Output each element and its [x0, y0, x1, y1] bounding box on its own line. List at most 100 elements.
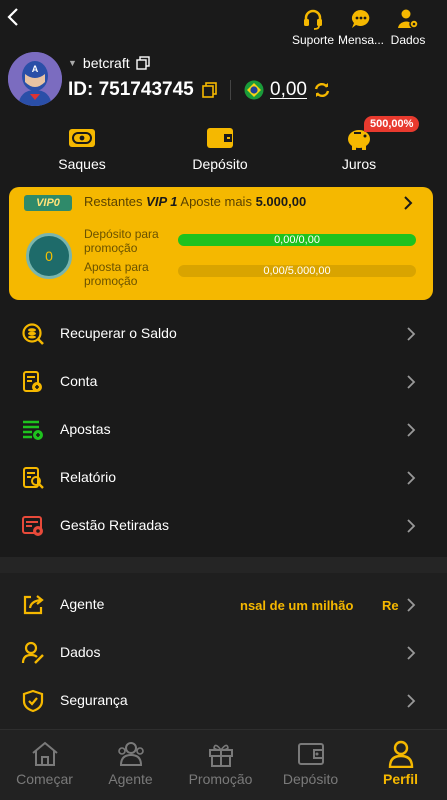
- menu-label: Recuperar o Saldo: [60, 325, 177, 341]
- user-edit-icon: [21, 641, 44, 664]
- bet-progress-label: Aposta para promoção: [84, 260, 149, 288]
- chevron-right-icon: [407, 471, 416, 485]
- headset-icon: [304, 9, 322, 30]
- remaining-label: Restantes: [84, 194, 143, 209]
- chat-icon: [352, 10, 370, 28]
- deposit-progress-value: 0,00/0,00: [274, 234, 320, 246]
- bets-icon: [23, 420, 43, 440]
- menu-label: Apostas: [60, 421, 111, 437]
- username-row[interactable]: ▼ betcraft: [68, 55, 150, 71]
- next-level: VIP 1: [146, 194, 178, 209]
- vip-progress-text: Restantes VIP 1 Aposte mais 5.000,00: [84, 194, 306, 209]
- vip-tag: VIP0: [24, 195, 72, 211]
- shield-icon: [22, 689, 44, 713]
- menu-label: Segurança: [60, 692, 128, 708]
- menu-agent[interactable]: Agente: [0, 581, 447, 629]
- vip-card[interactable]: VIP0 Restantes VIP 1 Aposte mais 5.000,0…: [9, 187, 433, 300]
- vip-chevron-icon: [404, 196, 413, 210]
- menu-label: Conta: [60, 373, 98, 389]
- chevron-right-icon: [407, 646, 416, 660]
- gift-icon: [208, 744, 233, 767]
- menu-label: Agente: [60, 596, 105, 612]
- menu-security[interactable]: Segurança: [0, 677, 447, 725]
- copy-id-icon[interactable]: [201, 82, 217, 98]
- copy-icon[interactable]: [135, 56, 150, 70]
- tab-label: Depósito: [282, 771, 339, 787]
- withdraw-management-icon: [22, 516, 43, 536]
- user-id-row: ID: 751743745: [68, 79, 217, 101]
- bet-more-label: Aposte mais: [180, 194, 252, 209]
- balance-row: 0,00: [244, 79, 331, 101]
- interest-badge: 500,00%: [364, 116, 420, 132]
- balance-value: 0,00: [270, 79, 307, 100]
- bet-progress-bar: 0,00/5.000,00: [178, 265, 416, 277]
- chevron-right-icon: [407, 694, 416, 708]
- brazil-flag-icon: [244, 80, 264, 100]
- wallet-icon: [207, 128, 233, 148]
- tab-label: Promoção: [188, 771, 253, 787]
- menu-bets[interactable]: Apostas: [0, 406, 447, 454]
- share-icon: [23, 595, 44, 615]
- profile-icon: [388, 740, 413, 768]
- chevron-right-icon: [407, 598, 416, 612]
- menu-account[interactable]: Conta: [0, 358, 447, 406]
- agent-marquee: nsal de um milhão: [240, 598, 354, 613]
- vip-medal: 0: [26, 233, 72, 279]
- refresh-icon[interactable]: [313, 81, 331, 99]
- withdraw-label: Saques: [58, 156, 106, 172]
- tab-deposit[interactable]: Depósito: [266, 740, 355, 787]
- menu-recover-balance[interactable]: Recuperar o Saldo: [0, 310, 447, 358]
- data-button[interactable]: Dados: [388, 8, 428, 47]
- dropdown-caret-icon: ▼: [68, 58, 77, 68]
- report-icon: [23, 467, 44, 489]
- avatar[interactable]: A: [8, 52, 62, 106]
- menu-data[interactable]: Dados: [0, 629, 447, 677]
- deposit-label: Depósito: [192, 156, 248, 172]
- chevron-right-icon: [407, 423, 416, 437]
- chevron-right-icon: [407, 327, 416, 341]
- svg-text:A: A: [32, 64, 39, 74]
- menu-withdraw-management[interactable]: Gestão Retiradas: [0, 502, 447, 550]
- user-gear-icon: [398, 9, 419, 29]
- recover-balance-icon: [22, 323, 44, 345]
- tab-promotion[interactable]: Promoção: [176, 740, 265, 787]
- home-icon: [31, 741, 58, 766]
- deposit-progress-bar: 0,00/0,00: [178, 234, 416, 246]
- back-arrow-icon[interactable]: [4, 6, 24, 28]
- menu-label: Gestão Retiradas: [60, 517, 169, 533]
- separator: [230, 80, 231, 100]
- chevron-right-icon: [407, 375, 416, 389]
- deposit-progress-label: Depósito para promoção: [84, 227, 159, 255]
- withdraw-icon: [69, 129, 95, 147]
- data-label: Dados: [390, 33, 426, 47]
- tab-agent[interactable]: Agente: [86, 740, 175, 787]
- withdraw-button[interactable]: Saques: [27, 126, 137, 172]
- tab-label: Começar: [16, 771, 73, 787]
- wallet-tab-icon: [297, 743, 324, 765]
- interest-label: Juros: [341, 156, 377, 172]
- menu-label: Dados: [60, 644, 101, 660]
- agent-marquee-tail: Re: [382, 598, 399, 613]
- bottom-tab-bar: Começar Agente Promoção Depósito Perfil: [0, 729, 447, 800]
- account-icon: [23, 371, 42, 392]
- agent-icon: [117, 742, 144, 766]
- support-label: Suporte: [291, 33, 335, 47]
- chevron-right-icon: [407, 519, 416, 533]
- menu-report[interactable]: Relatório: [0, 454, 447, 502]
- tab-label: Agente: [108, 771, 153, 787]
- tab-label: Perfil: [382, 771, 418, 787]
- messages-button[interactable]: Mensa...: [336, 8, 386, 47]
- tab-profile[interactable]: Perfil: [356, 740, 445, 787]
- username: betcraft: [82, 55, 130, 71]
- menu-label: Relatório: [60, 469, 117, 485]
- tab-start[interactable]: Começar: [0, 740, 89, 787]
- section-divider: [0, 557, 447, 573]
- support-button[interactable]: Suporte: [291, 8, 335, 47]
- deposit-button[interactable]: Depósito: [165, 126, 275, 172]
- messages-label: Mensa...: [337, 33, 385, 47]
- bet-progress-value: 0,00/5.000,00: [263, 265, 331, 277]
- bet-more-value: 5.000,00: [255, 194, 307, 209]
- user-id: ID: 751743745: [68, 79, 194, 100]
- interest-button[interactable]: Juros: [304, 126, 414, 172]
- captain-avatar-icon: A: [8, 52, 62, 106]
